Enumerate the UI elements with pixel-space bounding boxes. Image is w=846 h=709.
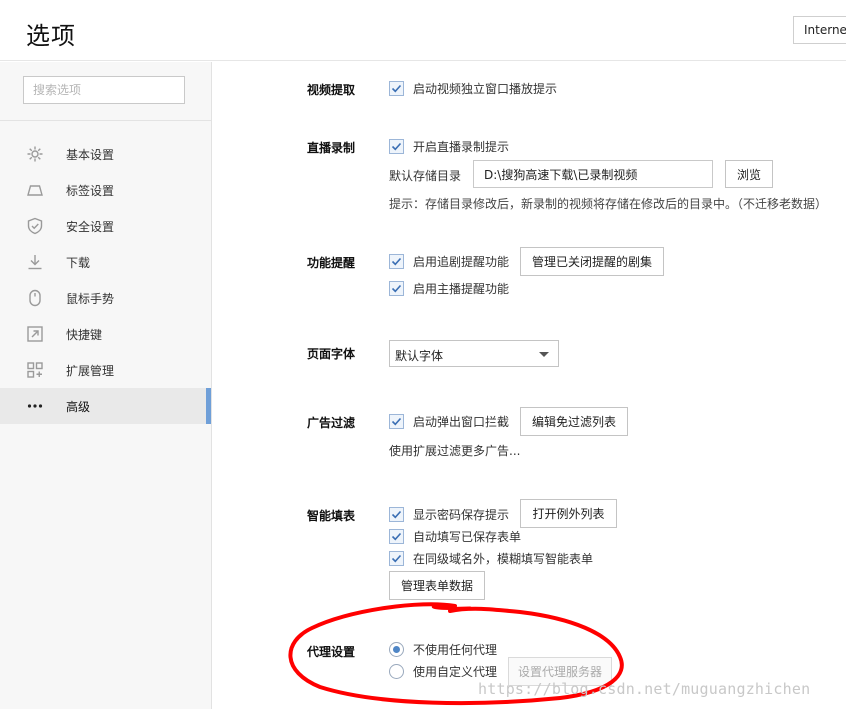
checkbox-label: 启动弹出窗口拦截 (413, 414, 510, 429)
sidebar: 基本设置 标签设置 安全设置 下载 (0, 62, 212, 709)
header: 选项 Interne (0, 0, 846, 61)
storage-dir-field[interactable] (473, 160, 713, 188)
section-label-adfilter: 广告过滤 (307, 416, 356, 430)
section-label-video: 视频提取 (307, 83, 356, 97)
font-select[interactable]: 默认字体 (389, 340, 559, 367)
no-proxy-radio-row[interactable]: 不使用任何代理 (389, 640, 497, 658)
sidebar-item-tabs[interactable]: 标签设置 (0, 172, 211, 208)
checkbox-label: 开启直播录制提示 (413, 139, 510, 154)
section-label-proxy: 代理设置 (307, 645, 356, 659)
sidebar-item-security[interactable]: 安全设置 (0, 208, 211, 244)
sidebar-item-extensions[interactable]: 扩展管理 (0, 352, 211, 388)
section-label-live: 直播录制 (307, 141, 356, 155)
search-input[interactable] (24, 77, 184, 103)
sidebar-nav: 基本设置 标签设置 安全设置 下载 鼠标手势 快捷键 扩展管理 高级 (0, 136, 211, 424)
search-input-box[interactable] (23, 76, 185, 104)
sidebar-item-mouse-gesture[interactable]: 鼠标手势 (0, 280, 211, 316)
section-label-font: 页面字体 (307, 347, 356, 361)
manage-closed-reminders-button[interactable]: 管理已关闭提醒的剧集 (520, 247, 664, 276)
checkbox[interactable] (389, 80, 404, 96)
sidebar-item-label: 标签设置 (66, 184, 115, 198)
checkbox[interactable] (389, 253, 404, 269)
sidebar-item-basic[interactable]: 基本设置 (0, 136, 211, 172)
settings-panel: 视频提取 启动视频独立窗口播放提示 直播录制 开启直播录制提示 默认存储目录 浏… (213, 62, 846, 709)
radio-label: 使用自定义代理 (413, 664, 498, 679)
sidebar-item-label: 基本设置 (66, 148, 115, 162)
edit-whitelist-button[interactable]: 编辑免过滤列表 (520, 407, 628, 436)
checkbox-label: 启动视频独立窗口播放提示 (413, 81, 558, 96)
storage-dir-input[interactable] (474, 161, 712, 187)
gear-icon (26, 145, 44, 163)
checkbox[interactable] (389, 138, 404, 154)
open-exceptions-button[interactable]: 打开例外列表 (520, 499, 617, 528)
download-icon (26, 253, 44, 271)
shield-icon (26, 217, 44, 235)
page-title: 选项 (26, 22, 76, 50)
anchor-reminder-checkbox-row[interactable]: 启用主播提醒功能 (389, 279, 509, 297)
sidebar-item-label: 鼠标手势 (66, 292, 115, 306)
checkbox[interactable] (389, 550, 404, 566)
tab-icon (26, 181, 44, 199)
extensions-grid-icon (26, 361, 44, 379)
sidebar-item-download[interactable]: 下载 (0, 244, 211, 280)
sidebar-item-advanced[interactable]: 高级 (0, 388, 211, 424)
section-label-autofill: 智能填表 (307, 509, 356, 523)
storage-dir-label: 默认存储目录 (389, 169, 462, 183)
more-filter-link[interactable]: 使用扩展过滤更多广告... (389, 442, 520, 459)
checkbox[interactable] (389, 413, 404, 429)
drama-reminder-checkbox-row[interactable]: 启用追剧提醒功能 (389, 252, 509, 270)
checkbox[interactable] (389, 528, 404, 544)
chevron-down-icon (539, 352, 549, 357)
shortcut-arrow-icon (26, 325, 44, 343)
checkbox-label: 在同级域名外，模糊填写智能表单 (413, 551, 594, 566)
video-popup-checkbox-row[interactable]: 启动视频独立窗口播放提示 (389, 79, 557, 97)
custom-proxy-radio-row[interactable]: 使用自定义代理 (389, 662, 497, 680)
checkbox-label: 显示密码保存提示 (413, 507, 510, 522)
options-window: 选项 Interne 基本设置 标签设置 (0, 0, 846, 709)
sidebar-item-label: 快捷键 (66, 328, 103, 342)
live-record-checkbox-row[interactable]: 开启直播录制提示 (389, 137, 509, 155)
browse-button[interactable]: 浏览 (725, 160, 773, 188)
section-label-reminder: 功能提醒 (307, 256, 356, 270)
checkbox-label: 自动填写已保存表单 (413, 529, 522, 544)
radio-button[interactable] (389, 663, 404, 679)
watermark: https://blog.csdn.net/muguangzhichen (478, 680, 811, 698)
storage-hint: 提示：存储目录修改后，新录制的视频将存储在修改后的目录中。（不迁移老数据） (389, 197, 828, 211)
radio-label: 不使用任何代理 (413, 642, 498, 657)
mouse-icon (26, 289, 44, 307)
autofill-saved-checkbox-row[interactable]: 自动填写已保存表单 (389, 527, 521, 545)
manage-form-data-button[interactable]: 管理表单数据 (389, 571, 485, 600)
sidebar-item-label: 安全设置 (66, 220, 115, 234)
sidebar-item-label: 高级 (66, 400, 91, 414)
radio-button[interactable] (389, 641, 404, 657)
checkbox-label: 启用主播提醒功能 (413, 281, 510, 296)
popup-block-checkbox-row[interactable]: 启动弹出窗口拦截 (389, 412, 509, 430)
sidebar-item-label: 下载 (66, 256, 91, 270)
checkbox[interactable] (389, 280, 404, 296)
font-select-value: 默认字体 (395, 349, 444, 363)
more-dots-icon (26, 397, 44, 415)
checkbox[interactable] (389, 506, 404, 522)
fuzzy-fill-checkbox-row[interactable]: 在同级域名外，模糊填写智能表单 (389, 549, 593, 567)
sidebar-item-label: 扩展管理 (66, 364, 115, 378)
sidebar-item-shortcuts[interactable]: 快捷键 (0, 316, 211, 352)
password-save-checkbox-row[interactable]: 显示密码保存提示 (389, 505, 509, 523)
checkbox-label: 启用追剧提醒功能 (413, 254, 510, 269)
search-engine-dropdown[interactable]: Interne (793, 16, 846, 44)
sidebar-divider (0, 120, 211, 121)
